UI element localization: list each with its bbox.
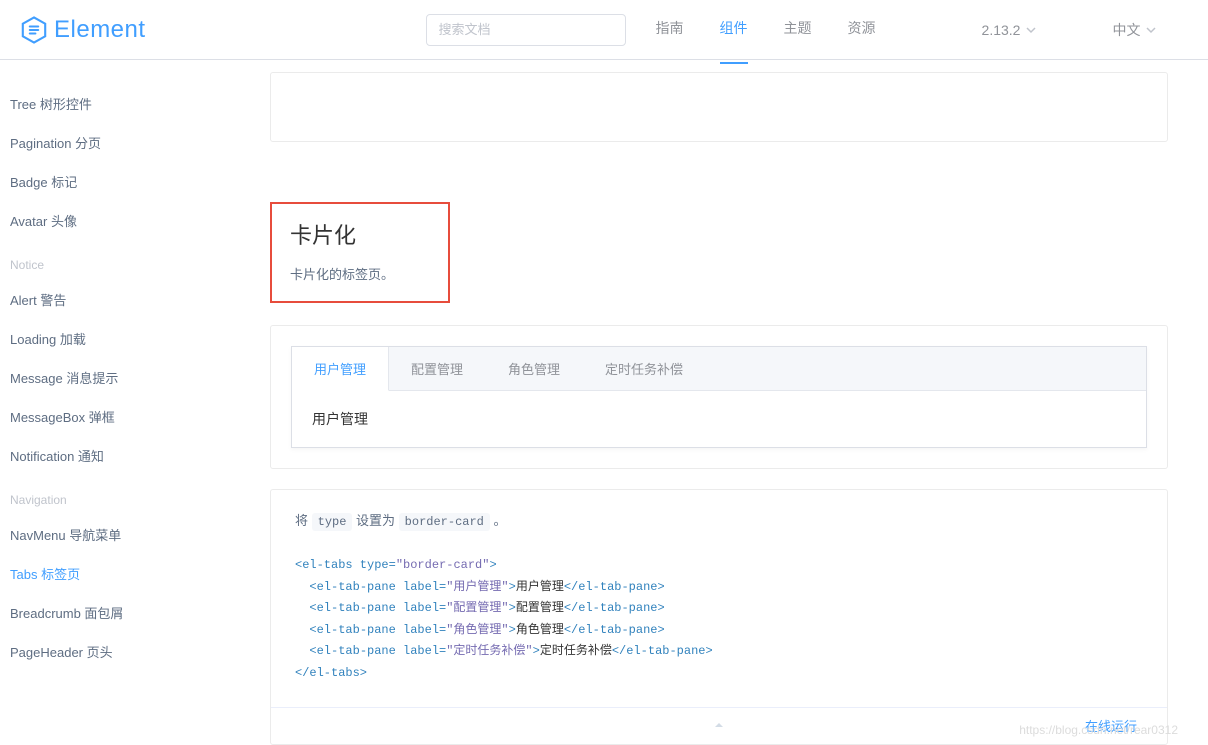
caret-up-icon [713, 718, 725, 734]
inline-code-type: type [312, 513, 353, 531]
logo[interactable]: Element [20, 16, 146, 44]
sidebar-group-notice: Notice [10, 240, 240, 280]
sidebar-group-navigation: Navigation [10, 475, 240, 515]
lang-select[interactable]: 中文 [1112, 20, 1156, 40]
version-label: 2.13.2 [982, 22, 1021, 38]
section-title: 卡片化 [290, 218, 430, 250]
inline-code-border-card: border-card [399, 513, 490, 531]
element-logo-icon [20, 16, 48, 44]
tabs-body: 用户管理 [292, 391, 1146, 447]
code-block: <el-tabs type="border-card"> <el-tab-pan… [271, 549, 1167, 707]
top-nav: 指南 组件 主题 资源 2.13.2 中文 [656, 18, 1157, 42]
logo-text: Element [54, 16, 146, 44]
code-description: 将 type 设置为 border-card 。 [271, 490, 1167, 549]
sidebar-item-breadcrumb[interactable]: Breadcrumb 面包屑 [10, 593, 240, 632]
sidebar-item-tabs[interactable]: Tabs 标签页 [10, 554, 240, 593]
sidebar-item-pageheader[interactable]: PageHeader 页头 [10, 632, 240, 671]
nav-component[interactable]: 组件 [720, 18, 748, 42]
version-select[interactable]: 2.13.2 [982, 22, 1037, 38]
chevron-down-icon [1146, 22, 1156, 38]
search-input[interactable] [426, 14, 626, 46]
sidebar-item-avatar[interactable]: Avatar 头像 [10, 201, 240, 240]
nav-guide[interactable]: 指南 [656, 18, 684, 42]
chevron-down-icon [1026, 22, 1036, 38]
code-card: 将 type 设置为 border-card 。 <el-tabs type="… [270, 489, 1168, 745]
sidebar-item-pagination[interactable]: Pagination 分页 [10, 123, 240, 162]
tab-cron-compensate[interactable]: 定时任务补偿 [583, 347, 706, 390]
tab-role-manage[interactable]: 角色管理 [486, 347, 583, 390]
sidebar-item-message[interactable]: Message 消息提示 [10, 358, 240, 397]
section-highlight-box: 卡片化 卡片化的标签页。 [270, 202, 450, 303]
sidebar-item-tree[interactable]: Tree 树形控件 [10, 84, 240, 123]
sidebar-item-loading[interactable]: Loading 加载 [10, 319, 240, 358]
sidebar-item-alert[interactable]: Alert 警告 [10, 280, 240, 319]
sidebar-item-navmenu[interactable]: NavMenu 导航菜单 [10, 515, 240, 554]
sidebar-item-messagebox[interactable]: MessageBox 弹框 [10, 397, 240, 436]
top-header: Element 指南 组件 主题 资源 2.13.2 中文 [0, 0, 1208, 60]
search-wrap [426, 14, 626, 46]
section-desc: 卡片化的标签页。 [290, 264, 430, 283]
main-content: 卡片化 卡片化的标签页。 用户管理 配置管理 角色管理 定时任务补偿 用户管理 … [240, 60, 1208, 745]
demo-card: 用户管理 配置管理 角色管理 定时任务补偿 用户管理 [270, 325, 1168, 469]
sidebar: Tree 树形控件 Pagination 分页 Badge 标记 Avatar … [0, 60, 240, 745]
sidebar-item-badge[interactable]: Badge 标记 [10, 162, 240, 201]
nav-resource[interactable]: 资源 [848, 18, 876, 42]
tabs-header: 用户管理 配置管理 角色管理 定时任务补偿 [292, 347, 1146, 391]
nav-theme[interactable]: 主题 [784, 18, 812, 42]
tab-user-manage[interactable]: 用户管理 [292, 347, 389, 391]
sidebar-item-notification[interactable]: Notification 通知 [10, 436, 240, 475]
watermark: https://blog.csdn.net/rear0312 [1019, 723, 1178, 737]
tabs-border-card: 用户管理 配置管理 角色管理 定时任务补偿 用户管理 [291, 346, 1147, 448]
previous-demo-card [270, 72, 1168, 142]
lang-label: 中文 [1112, 20, 1140, 40]
tab-config-manage[interactable]: 配置管理 [389, 347, 486, 390]
